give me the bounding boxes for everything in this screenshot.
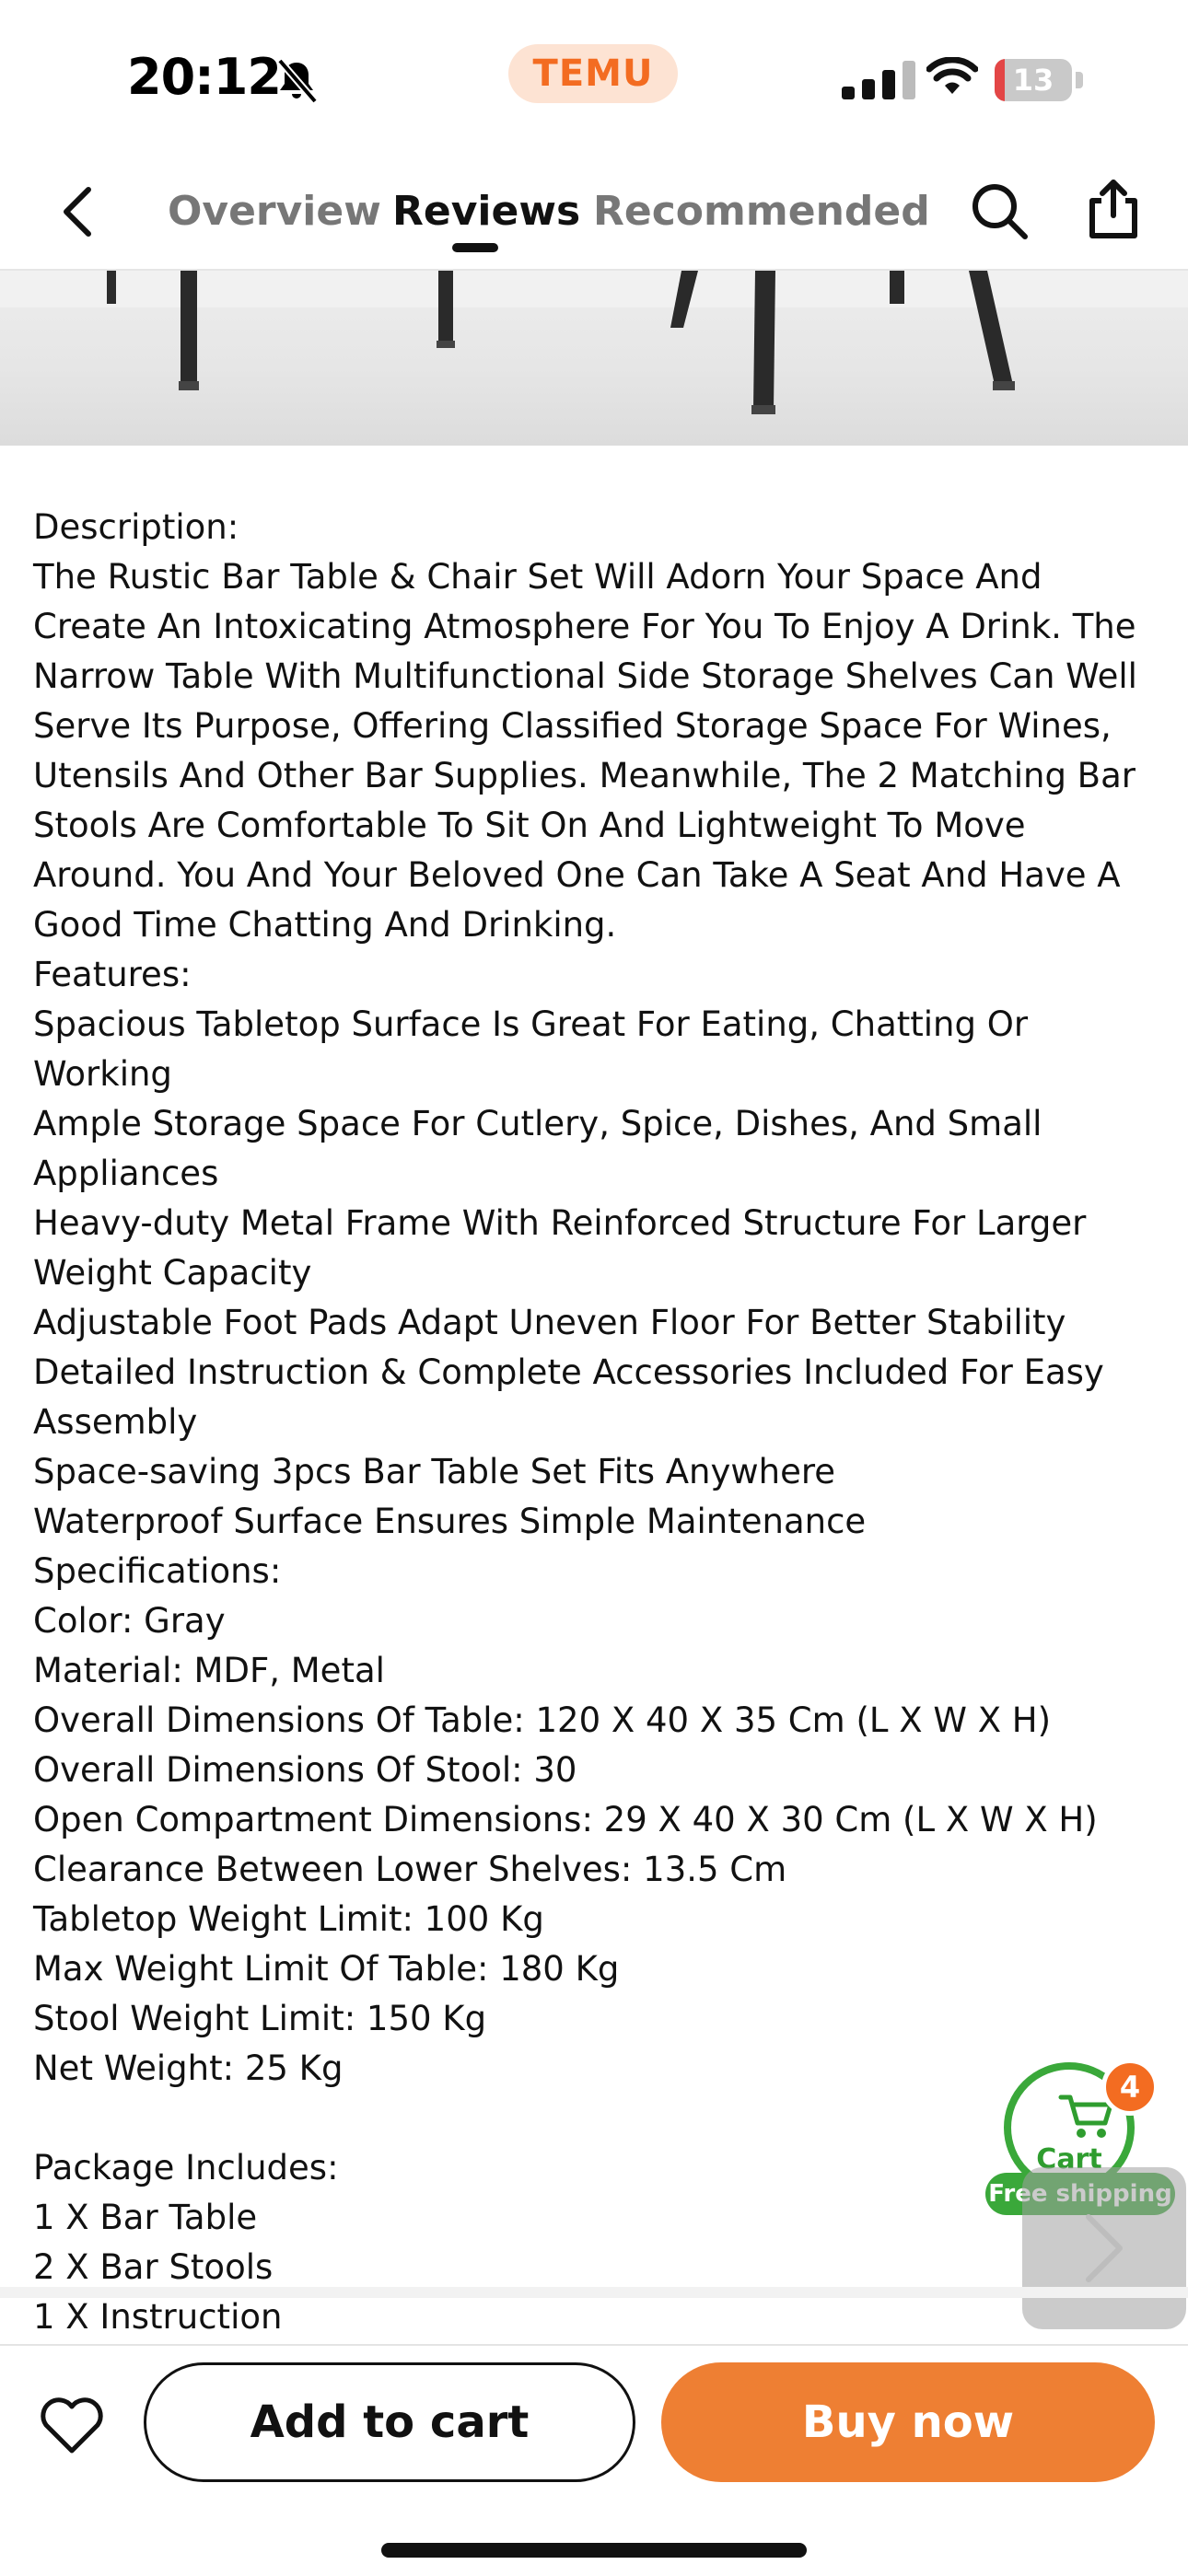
description-line: Heavy-duty Metal Frame With Reinforced S…	[33, 1203, 1087, 1293]
battery-percent: 13	[1012, 63, 1054, 98]
share-icon[interactable]	[1085, 179, 1142, 241]
tab-overview[interactable]: Overview	[168, 184, 381, 239]
description-line: Open Compartment Dimensions: 29 X 40 X 3…	[33, 1800, 1098, 1839]
back-chevron-icon[interactable]	[55, 184, 101, 239]
description-line: Space-saving 3pcs Bar Table Set Fits Any…	[33, 1452, 836, 1491]
wifi-icon	[926, 57, 978, 94]
description-line: Ample Storage Space For Cutlery, Spice, …	[33, 1104, 1042, 1193]
temu-logo-text: TEMU	[532, 52, 654, 95]
description-line: Tabletop Weight Limit: 100 Kg	[33, 1899, 544, 1939]
clock: 20:12	[127, 48, 282, 106]
description-line: Max Weight Limit Of Table: 180 Kg	[33, 1949, 620, 1989]
product-nav-bar: Overview Reviews Recommended	[0, 157, 1188, 271]
active-tab-indicator	[452, 243, 498, 252]
description-line: Spacious Tabletop Surface Is Great For E…	[33, 1004, 1029, 1094]
bell-slash-icon	[276, 58, 319, 104]
temu-badge: TEMU	[508, 44, 678, 103]
chevron-right-icon	[1086, 2214, 1123, 2282]
add-to-cart-button[interactable]: Add to cart	[144, 2362, 635, 2482]
next-button[interactable]	[1022, 2167, 1186, 2329]
description-line: Detailed Instruction & Complete Accessor…	[33, 1352, 1104, 1442]
description-line: Stool Weight Limit: 150 Kg	[33, 1999, 487, 2038]
bottom-action-bar: Add to cart Buy now	[0, 2344, 1188, 2576]
heart-icon[interactable]	[39, 2396, 105, 2456]
description-line: Material: MDF, Metal	[33, 1651, 385, 1690]
status-bar: 20:12 TEMU 13	[0, 0, 1188, 157]
tab-reviews[interactable]: Reviews	[392, 184, 580, 239]
description-line: Features:	[33, 955, 192, 994]
battery-icon: 13	[995, 59, 1083, 101]
description-line: Waterproof Surface Ensures Simple Mainte…	[33, 1502, 867, 1541]
signal-icon	[842, 61, 915, 99]
cart-count-badge: 4	[1101, 2059, 1159, 2116]
buy-now-button[interactable]: Buy now	[661, 2362, 1155, 2482]
description-line: Overall Dimensions Of Table: 120 X 40 X …	[33, 1700, 1052, 1740]
description-line: The Rustic Bar Table & Chair Set Will Ad…	[33, 557, 1137, 945]
home-indicator	[381, 2543, 807, 2558]
tab-recommended[interactable]: Recommended	[593, 184, 930, 239]
section-divider	[0, 2287, 1188, 2298]
description-line: Overall Dimensions Of Stool: 30	[33, 1750, 577, 1790]
description-line: Clearance Between Lower Shelves: 13.5 Cm	[33, 1850, 787, 1889]
description-line: Specifications:	[33, 1551, 282, 1591]
description-line: Color: Gray	[33, 1601, 226, 1641]
description-line: 2 X Bar Stools	[33, 2247, 274, 2287]
description-line: 1 X Instruction	[33, 2297, 283, 2337]
description-line: Adjustable Foot Pads Adapt Uneven Floor …	[33, 1303, 1066, 1342]
search-icon[interactable]	[969, 180, 1030, 241]
description-line: Description:	[33, 507, 239, 547]
product-image[interactable]	[0, 271, 1188, 446]
furniture-legs-illustration	[0, 271, 1188, 414]
